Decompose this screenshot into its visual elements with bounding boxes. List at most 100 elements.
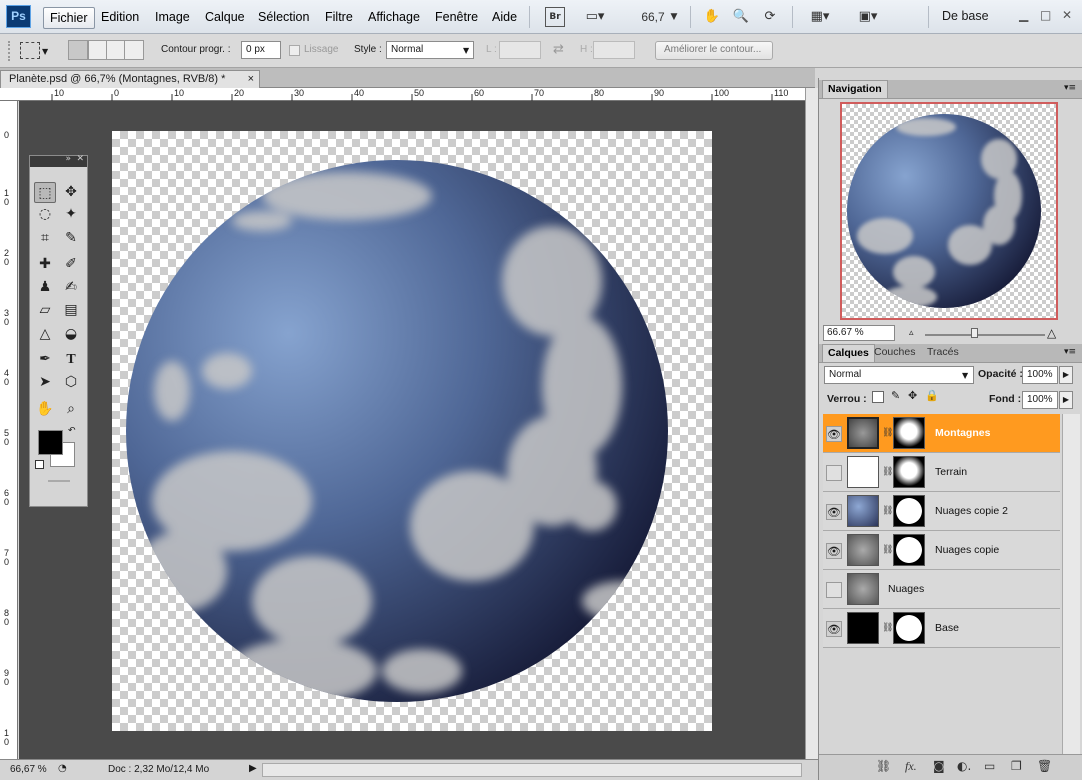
close-tab-icon[interactable]: × (248, 71, 254, 87)
layer-style-icon[interactable]: fx. (905, 759, 917, 774)
history-brush-tool-icon[interactable]: ✍ (60, 277, 82, 298)
zoom-slider-thumb[interactable] (971, 328, 978, 338)
maximize-icon[interactable]: □ (1040, 8, 1051, 22)
bridge-icon[interactable]: Br (545, 7, 565, 27)
width-input[interactable] (499, 41, 541, 59)
tools-panel-header[interactable]: » ✕ (30, 154, 87, 167)
grip-handle[interactable] (8, 41, 12, 61)
navigator-thumbnail[interactable] (840, 102, 1058, 320)
link-icon[interactable]: ⛓ (882, 467, 893, 477)
opacity-input[interactable]: 100% (1022, 366, 1058, 384)
blend-mode-select[interactable]: Normal (824, 366, 974, 384)
menu-selection[interactable]: Sélection (252, 7, 315, 29)
rotate-view-icon[interactable]: ⟳ (759, 7, 781, 27)
layer-name[interactable]: Base (935, 622, 959, 634)
layer-mask-thumbnail[interactable] (893, 612, 925, 644)
eye-icon[interactable]: 👁 (826, 504, 842, 520)
height-input[interactable] (593, 41, 635, 59)
menu-image[interactable]: Image (149, 7, 196, 29)
zoom-out-icon[interactable]: ▵ (909, 328, 914, 338)
move-tool-icon[interactable]: ✥ (60, 182, 82, 203)
menu-affichage[interactable]: Affichage (362, 7, 426, 29)
add-mask-icon[interactable]: ◙ (933, 759, 945, 773)
intersect-selection-icon[interactable] (124, 40, 144, 60)
fill-input[interactable]: 100% (1022, 391, 1058, 409)
new-layer-icon[interactable]: ❐ (1011, 759, 1022, 773)
layer-row-nuages[interactable]: Nuages (823, 570, 1060, 609)
path-selection-tool-icon[interactable]: ➤ (34, 372, 56, 393)
layer-row-base[interactable]: 👁 ⛓ Base (823, 609, 1060, 648)
arrange-icon[interactable]: ▦▾ (804, 7, 836, 27)
layer-name[interactable]: Nuages copie (935, 544, 999, 556)
layer-mask-thumbnail[interactable] (893, 495, 925, 527)
marquee-preset-icon[interactable] (20, 42, 40, 59)
style-select[interactable]: Normal (386, 41, 474, 59)
layer-row-nuages-copie[interactable]: 👁 ⛓ Nuages copie (823, 531, 1060, 570)
layer-row-montagnes[interactable]: 👁 ⛓ Montagnes (823, 414, 1060, 453)
tab-couches[interactable]: Couches (869, 344, 920, 362)
horizontal-scrollbar[interactable] (262, 763, 802, 777)
chevron-down-icon[interactable]: ▼ (463, 46, 469, 55)
link-icon[interactable]: ⛓ (882, 428, 893, 438)
minimize-icon[interactable]: ▁ (1019, 8, 1028, 22)
link-icon[interactable]: ⛓ (882, 623, 893, 633)
eye-off-icon[interactable] (826, 465, 842, 481)
lasso-tool-icon[interactable]: ◌ (34, 204, 56, 225)
menu-aide[interactable]: Aide (486, 7, 523, 29)
layer-mask-thumbnail[interactable] (893, 534, 925, 566)
type-tool-icon[interactable]: T (60, 349, 82, 370)
new-selection-icon[interactable] (68, 40, 88, 60)
tab-calques[interactable]: Calques (822, 344, 875, 362)
adjustment-layer-icon[interactable]: ◐. (957, 759, 971, 773)
film-icon[interactable]: ▭▾ (580, 7, 610, 27)
layer-row-nuages-copie-2[interactable]: 👁 ⛓ Nuages copie 2 (823, 492, 1060, 531)
close-icon[interactable]: ✕ (76, 154, 84, 164)
hand-icon[interactable]: ✋ (702, 7, 722, 27)
status-menu-arrow-icon[interactable]: ▶ (249, 763, 257, 774)
shape-tool-icon[interactable]: ⬡ (60, 372, 82, 393)
swap-colors-icon[interactable]: ↶ (68, 426, 76, 436)
blur-tool-icon[interactable]: △ (34, 324, 56, 345)
zoom-field[interactable]: 66,67 % (10, 764, 47, 775)
menu-fichier[interactable]: Fichier (43, 7, 95, 29)
layers-scrollbar[interactable] (1062, 414, 1080, 754)
layer-name[interactable]: Montagnes (935, 427, 990, 439)
delete-layer-icon[interactable]: 🗑 (1037, 759, 1052, 773)
brush-tool-icon[interactable]: ✐ (60, 254, 82, 275)
pen-tool-icon[interactable]: ✒ (34, 349, 56, 370)
lissage-checkbox[interactable] (289, 45, 300, 56)
quick-mask-icon[interactable] (48, 480, 70, 482)
lock-transparency-icon[interactable] (872, 391, 884, 403)
lock-pixels-icon[interactable]: ✎ (891, 389, 900, 402)
dodge-tool-icon[interactable]: ◒ (60, 324, 82, 345)
link-layers-icon[interactable]: ⛓ (876, 759, 891, 773)
eyedropper-tool-icon[interactable]: ✎ (60, 228, 82, 249)
eye-icon[interactable]: 👁 (826, 543, 842, 559)
eye-icon[interactable]: 👁 (826, 426, 842, 442)
menu-fenetre[interactable]: Fenêtre (429, 7, 484, 29)
subtract-selection-icon[interactable] (106, 40, 126, 60)
chevron-down-icon[interactable]: ▼ (668, 7, 680, 27)
link-icon[interactable]: ⛓ (882, 545, 893, 555)
menu-filtre[interactable]: Filtre (319, 7, 359, 29)
add-selection-icon[interactable] (88, 40, 108, 60)
menu-calque[interactable]: Calque (199, 7, 251, 29)
collapse-icon[interactable]: » (65, 154, 71, 164)
panel-menu-icon[interactable]: ▾≡ (1064, 347, 1076, 357)
layer-mask-thumbnail[interactable] (893, 417, 925, 449)
zoom-slider[interactable] (925, 334, 1045, 336)
lock-position-icon[interactable]: ✥ (908, 389, 917, 402)
hand-tool-icon[interactable]: ✋ (34, 399, 56, 420)
layer-name[interactable]: Nuages copie 2 (935, 505, 1008, 517)
clone-stamp-tool-icon[interactable]: ♟ (34, 277, 56, 298)
default-colors-icon[interactable] (35, 460, 44, 469)
crop-tool-icon[interactable]: ⌗ (34, 228, 56, 249)
fill-arrow-icon[interactable]: ▶ (1059, 391, 1073, 409)
link-icon[interactable]: ⛓ (882, 506, 893, 516)
tab-navigation[interactable]: Navigation (822, 80, 888, 98)
document-canvas[interactable] (112, 131, 712, 731)
foreground-color-swatch[interactable] (38, 430, 63, 455)
lock-all-icon[interactable]: 🔒 (925, 389, 939, 402)
eraser-tool-icon[interactable]: ▱ (34, 300, 56, 321)
document-tab[interactable]: Planète.psd @ 66,7% (Montagnes, RVB/8) *… (0, 70, 260, 89)
